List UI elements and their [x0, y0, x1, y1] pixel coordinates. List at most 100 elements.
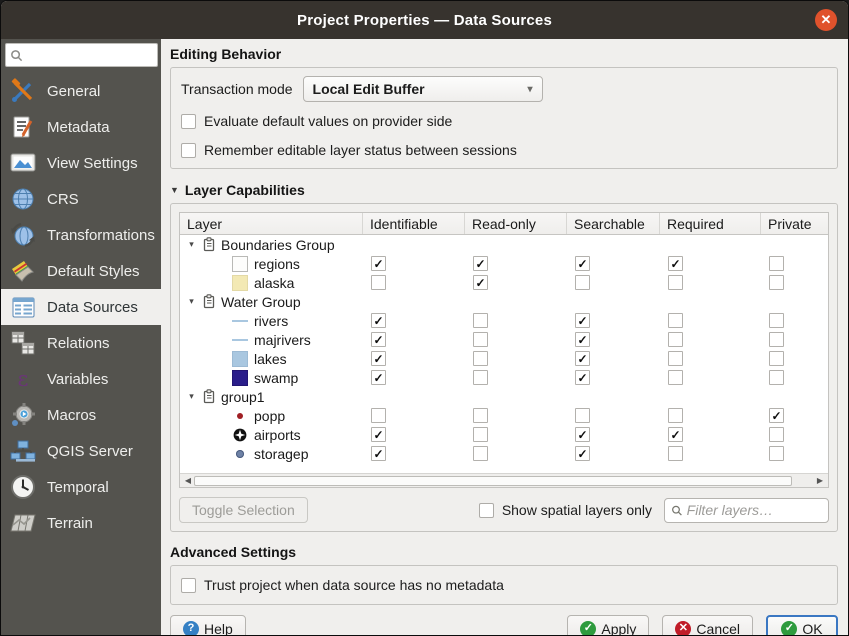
show-spatial-only-checkbox[interactable]	[479, 503, 494, 518]
capability-checkbox[interactable]: ✓	[473, 256, 488, 271]
capability-checkbox[interactable]: ✓	[371, 332, 386, 347]
scroll-right-icon[interactable]: ▶	[814, 476, 826, 485]
sidebar-item-general[interactable]: General	[1, 73, 161, 109]
sidebar-item-view-settings[interactable]: View Settings	[1, 145, 161, 181]
capability-checkbox[interactable]	[473, 313, 488, 328]
sidebar-item-crs[interactable]: CRS	[1, 181, 161, 217]
capability-checkbox[interactable]: ✓	[575, 427, 590, 442]
sidebar-item-transformations[interactable]: Transformations	[1, 217, 161, 253]
filter-layers-box[interactable]	[664, 498, 829, 523]
column-header-layer[interactable]: Layer	[180, 213, 363, 234]
capability-checkbox[interactable]	[769, 275, 784, 290]
capability-checkbox[interactable]	[668, 275, 683, 290]
tree-expander-icon[interactable]: ▾	[186, 239, 197, 250]
capability-checkbox[interactable]	[473, 351, 488, 366]
sidebar-item-temporal[interactable]: Temporal	[1, 469, 161, 505]
capability-checkbox[interactable]	[668, 351, 683, 366]
sidebar-item-macros[interactable]: Macros	[1, 397, 161, 433]
capability-checkbox[interactable]	[371, 408, 386, 423]
capability-checkbox[interactable]	[769, 427, 784, 442]
layer-name-cell[interactable]: regions	[180, 254, 363, 273]
capability-checkbox[interactable]: ✓	[575, 446, 590, 461]
scrollbar-thumb[interactable]	[194, 476, 792, 486]
capability-checkbox[interactable]	[668, 313, 683, 328]
capability-checkbox[interactable]	[473, 332, 488, 347]
capability-cell	[567, 273, 660, 292]
column-header-identifiable[interactable]: Identifiable	[363, 213, 465, 234]
capability-checkbox[interactable]	[473, 370, 488, 385]
sidebar-item-relations[interactable]: Relations	[1, 325, 161, 361]
layer-name-cell[interactable]: storagep	[180, 444, 363, 463]
capability-checkbox[interactable]	[668, 408, 683, 423]
layer-name-cell[interactable]: alaska	[180, 273, 363, 292]
close-icon[interactable]: ✕	[815, 9, 837, 31]
capability-checkbox[interactable]	[769, 446, 784, 461]
capability-checkbox[interactable]	[769, 313, 784, 328]
capability-checkbox[interactable]: ✓	[371, 256, 386, 271]
capability-checkbox[interactable]	[668, 332, 683, 347]
layer-name-cell[interactable]: lakes	[180, 349, 363, 368]
capability-checkbox[interactable]: ✓	[575, 313, 590, 328]
sidebar-search-input[interactable]	[23, 48, 153, 63]
column-header-private[interactable]: Private	[761, 213, 828, 234]
ok-button[interactable]: ✓ OK	[766, 615, 838, 635]
tree-expander-icon[interactable]: ▾	[186, 391, 197, 402]
layer-capabilities-title[interactable]: ▼ Layer Capabilities	[170, 182, 838, 198]
capability-checkbox[interactable]	[769, 332, 784, 347]
sidebar-item-variables[interactable]: εVariables	[1, 361, 161, 397]
capability-checkbox[interactable]	[769, 256, 784, 271]
capability-checkbox[interactable]	[473, 408, 488, 423]
sidebar-item-terrain[interactable]: Terrain	[1, 505, 161, 541]
layer-name-cell[interactable]: ▾Water Group	[180, 292, 363, 311]
layer-name-cell[interactable]: majrivers	[180, 330, 363, 349]
capability-checkbox[interactable]: ✓	[371, 351, 386, 366]
capability-checkbox[interactable]	[575, 275, 590, 290]
layer-name-cell[interactable]: swamp	[180, 368, 363, 387]
capability-checkbox[interactable]: ✓	[575, 332, 590, 347]
layer-name-cell[interactable]: ▾group1	[180, 387, 363, 406]
capability-checkbox[interactable]: ✓	[371, 427, 386, 442]
capability-checkbox[interactable]	[473, 446, 488, 461]
capability-checkbox[interactable]: ✓	[668, 256, 683, 271]
transaction-mode-dropdown[interactable]: Local Edit Buffer ▾	[303, 76, 543, 102]
column-header-searchable[interactable]: Searchable	[567, 213, 660, 234]
apply-button[interactable]: ✓ Apply	[567, 615, 649, 635]
capability-checkbox[interactable]	[575, 408, 590, 423]
capability-checkbox[interactable]: ✓	[371, 446, 386, 461]
capability-checkbox[interactable]: ✓	[575, 256, 590, 271]
trust-project-checkbox[interactable]	[181, 578, 196, 593]
capability-checkbox[interactable]	[769, 370, 784, 385]
column-header-required[interactable]: Required	[660, 213, 761, 234]
capability-checkbox[interactable]: ✓	[575, 370, 590, 385]
column-header-readonly[interactable]: Read-only	[465, 213, 567, 234]
capability-checkbox[interactable]: ✓	[371, 370, 386, 385]
capability-checkbox[interactable]	[371, 275, 386, 290]
layer-name-cell[interactable]: rivers	[180, 311, 363, 330]
sidebar-item-default-styles[interactable]: Default Styles	[1, 253, 161, 289]
sidebar-search[interactable]	[5, 43, 158, 67]
capability-checkbox[interactable]: ✓	[575, 351, 590, 366]
toggle-selection-button[interactable]: Toggle Selection	[179, 497, 308, 523]
layer-name-cell[interactable]: ▾Boundaries Group	[180, 235, 363, 254]
capability-checkbox[interactable]	[668, 370, 683, 385]
filter-layers-input[interactable]	[687, 502, 822, 518]
remember-editable-checkbox[interactable]	[181, 143, 196, 158]
capability-checkbox[interactable]	[668, 446, 683, 461]
sidebar-item-data-sources[interactable]: Data Sources	[1, 289, 161, 325]
capability-checkbox[interactable]	[473, 427, 488, 442]
capability-checkbox[interactable]: ✓	[473, 275, 488, 290]
capability-checkbox[interactable]	[769, 351, 784, 366]
layer-name-cell[interactable]: airports	[180, 425, 363, 444]
cancel-button[interactable]: ✕ Cancel	[662, 615, 753, 635]
layer-name-cell[interactable]: popp	[180, 406, 363, 425]
capability-checkbox[interactable]: ✓	[769, 408, 784, 423]
capability-checkbox[interactable]: ✓	[668, 427, 683, 442]
sidebar-item-metadata[interactable]: Metadata	[1, 109, 161, 145]
tree-expander-icon[interactable]: ▾	[186, 296, 197, 307]
capability-checkbox[interactable]: ✓	[371, 313, 386, 328]
sidebar-item-qgis-server[interactable]: QGIS Server	[1, 433, 161, 469]
scroll-left-icon[interactable]: ◀	[182, 476, 194, 485]
help-button[interactable]: ? Help	[170, 615, 246, 635]
horizontal-scrollbar[interactable]: ◀ ▶	[180, 473, 828, 487]
evaluate-defaults-checkbox[interactable]	[181, 114, 196, 129]
